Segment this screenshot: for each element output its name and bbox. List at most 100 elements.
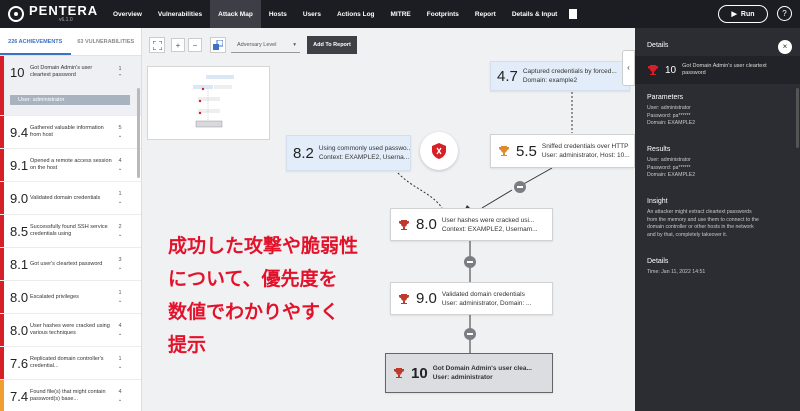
insight-title: Insight <box>647 198 668 205</box>
achievement-item[interactable]: 8.1 Got user's cleartext password 3 ⌄ <box>0 248 141 281</box>
result-line: Domain: EXAMPLE2 <box>647 172 696 178</box>
left-scrollbar[interactable] <box>137 88 140 178</box>
nav-vulnerabilities[interactable]: Vulnerabilities <box>150 0 210 28</box>
parameters-section: Parameters User: administrator Password:… <box>647 94 695 128</box>
severity-bar <box>0 215 4 247</box>
details-scrollbar[interactable] <box>796 88 799 148</box>
run-button[interactable]: ▶ Run <box>718 5 768 23</box>
achievement-count: 1 ⌄ <box>114 190 126 206</box>
connector-dot[interactable] <box>464 328 476 340</box>
node-text: Captured credentials by forced... Domain:… <box>523 67 617 85</box>
node-title: Using commonly used passwo... <box>318 145 410 152</box>
chevron-down-icon[interactable]: ⌄ <box>114 165 126 173</box>
trophy-icon <box>399 219 409 230</box>
nav-actions-log[interactable]: Actions Log <box>329 0 383 28</box>
param-line: Password: pa****** <box>647 112 691 119</box>
chevron-up-icon[interactable]: ⌃ <box>114 73 126 81</box>
attack-node-domain-admin[interactable]: 10 Got Domain Admin's user clea... User: … <box>385 353 553 393</box>
chevron-down-icon[interactable]: ⌄ <box>114 198 126 206</box>
document-icon[interactable] <box>569 9 578 19</box>
severity-bar <box>0 116 4 148</box>
node-score: 8.2 <box>293 144 314 162</box>
achievement-score: 7.6 <box>10 355 29 371</box>
top-nav-bar: PENTERA v6.1.0 Overview Vulnerabilities … <box>0 0 800 28</box>
node-text: Got Domain Admin's user clea... User: adm… <box>433 364 532 382</box>
achievement-score: 7.4 <box>10 388 29 404</box>
achievement-item-selected[interactable]: 10 Got Domain Admin's user cleartext pas… <box>0 56 141 116</box>
insight-line: An attacker might extract cleartext pass… <box>647 209 752 215</box>
nav-report[interactable]: Report <box>467 0 504 28</box>
chevron-down-icon[interactable]: ⌄ <box>114 363 126 371</box>
nav-users[interactable]: Users <box>295 0 329 28</box>
attack-node-captured-credentials[interactable]: 4.7 Captured credentials by forced... Dom… <box>490 61 630 91</box>
attack-node-common-passwords[interactable]: 8.2 Using commonly used passwo... Context… <box>286 135 411 171</box>
achievement-item[interactable]: 9.4 Gathered valuable information from ho… <box>0 116 141 149</box>
achievement-desc: Got Domain Admin's user cleartext passwo… <box>30 65 93 78</box>
achievement-desc: Validated domain credentials <box>30 194 101 201</box>
achievement-item[interactable]: 9.0 Validated domain credentials 1 ⌄ <box>0 182 141 215</box>
nav-overview[interactable]: Overview <box>105 0 150 28</box>
severity-bar <box>0 314 4 346</box>
achievement-count-value: 1 <box>118 191 122 197</box>
chevron-down-icon[interactable]: ⌄ <box>114 297 126 305</box>
attack-map-canvas[interactable]: + − Adversary Level ▾ Add To Report 4.7 … <box>142 28 635 411</box>
achievement-count-value: 4 <box>118 158 122 164</box>
severity-bar <box>0 56 4 115</box>
achievement-item[interactable]: 9.1 Opened a remote access session on the… <box>0 149 141 182</box>
node-score: 8.0 <box>416 216 437 233</box>
achievement-score: 9.1 <box>10 157 29 173</box>
trophy-icon <box>399 293 409 304</box>
achievement-count: 3 ⌄ <box>114 256 126 272</box>
close-icon[interactable]: × <box>778 40 792 54</box>
connector-dot[interactable] <box>464 256 476 268</box>
nav-mitre[interactable]: MITRE <box>383 0 419 28</box>
achievement-item[interactable]: 7.6 Replicated domain controller's creden… <box>0 347 141 380</box>
details-header: Details <box>647 42 669 49</box>
chevron-down-icon[interactable]: ⌄ <box>114 132 126 140</box>
attack-node-sniffed-credentials[interactable]: 5.5 Sniffed credentials over HTTP User: a… <box>490 134 635 168</box>
insight-section: Insight An attacker might extract cleart… <box>647 198 759 239</box>
pentera-logo[interactable]: PENTERA v6.1.0 <box>0 3 105 23</box>
achievement-item[interactable]: 8.0 Escalated privileges 1 ⌄ <box>0 281 141 314</box>
results-title: Results <box>647 146 671 153</box>
node-title: Got Domain Admin's user clea... <box>432 365 532 372</box>
logo-text: PENTERA <box>29 3 99 18</box>
chevron-down-icon[interactable]: ⌄ <box>114 231 126 239</box>
node-title: Sniffed credentials over HTTP <box>541 143 629 150</box>
achievement-desc: Found file(s) that might contain passwor… <box>30 389 106 402</box>
attack-node-validated-credentials[interactable]: 9.0 Validated domain credentials User: ad… <box>390 282 553 315</box>
achievement-item[interactable]: 7.4 Found file(s) that might contain pass… <box>0 380 141 411</box>
chevron-down-icon[interactable]: ⌄ <box>114 264 126 272</box>
caption-line-3: 数値でわかりやすく <box>168 301 340 323</box>
connector-dot[interactable] <box>514 181 526 193</box>
chevron-down-icon[interactable]: ⌄ <box>114 330 126 338</box>
help-icon[interactable]: ? <box>777 6 792 21</box>
achievement-item[interactable]: 8.5 Successfully found SSH service creden… <box>0 215 141 248</box>
tab-vulnerabilities[interactable]: 63 VULNERABILITIES <box>71 28 142 55</box>
achievement-score: 8.1 <box>10 256 29 272</box>
time-details-title: Details <box>647 258 669 265</box>
collapse-panel-button[interactable]: ‹ <box>622 50 635 86</box>
logo-icon <box>8 6 24 22</box>
chevron-down-icon[interactable]: ⌄ <box>114 396 126 404</box>
nav-attack-map[interactable]: Attack Map <box>210 0 261 28</box>
chevron-left-icon: ‹ <box>627 63 630 72</box>
node-subtitle: User: administrator, Host: 10... <box>541 152 630 159</box>
trophy-icon <box>499 146 509 156</box>
nav-details-input[interactable]: Details & Input <box>504 0 566 28</box>
achievement-score: 9.0 <box>10 190 29 206</box>
tab-achievements[interactable]: 226 ACHIEVEMENTS <box>0 28 71 55</box>
achievement-desc: Opened a remote access session on the ho… <box>30 158 112 171</box>
achievements-panel: 226 ACHIEVEMENTS 63 VULNERABILITIES 10 G… <box>0 28 142 411</box>
nav-hosts[interactable]: Hosts <box>261 0 295 28</box>
param-line: Domain: EXAMPLE2 <box>647 120 696 126</box>
vulnerability-shield-icon[interactable] <box>420 132 458 170</box>
results-section: Results User: administrator Password: pa… <box>647 146 695 180</box>
nav-footprints[interactable]: Footprints <box>419 0 467 28</box>
achievement-item[interactable]: 8.0 User hashes were cracked using variou… <box>0 314 141 347</box>
attack-node-hashes-cracked[interactable]: 8.0 User hashes were cracked usi... Conte… <box>390 208 553 241</box>
japanese-caption: 成功した攻撃や脆弱性 について、優先度を 数値でわかりやすく 提示 <box>168 230 358 362</box>
node-score: 9.0 <box>416 290 437 307</box>
node-score: 10 <box>411 364 428 382</box>
node-score: 4.7 <box>497 67 518 85</box>
